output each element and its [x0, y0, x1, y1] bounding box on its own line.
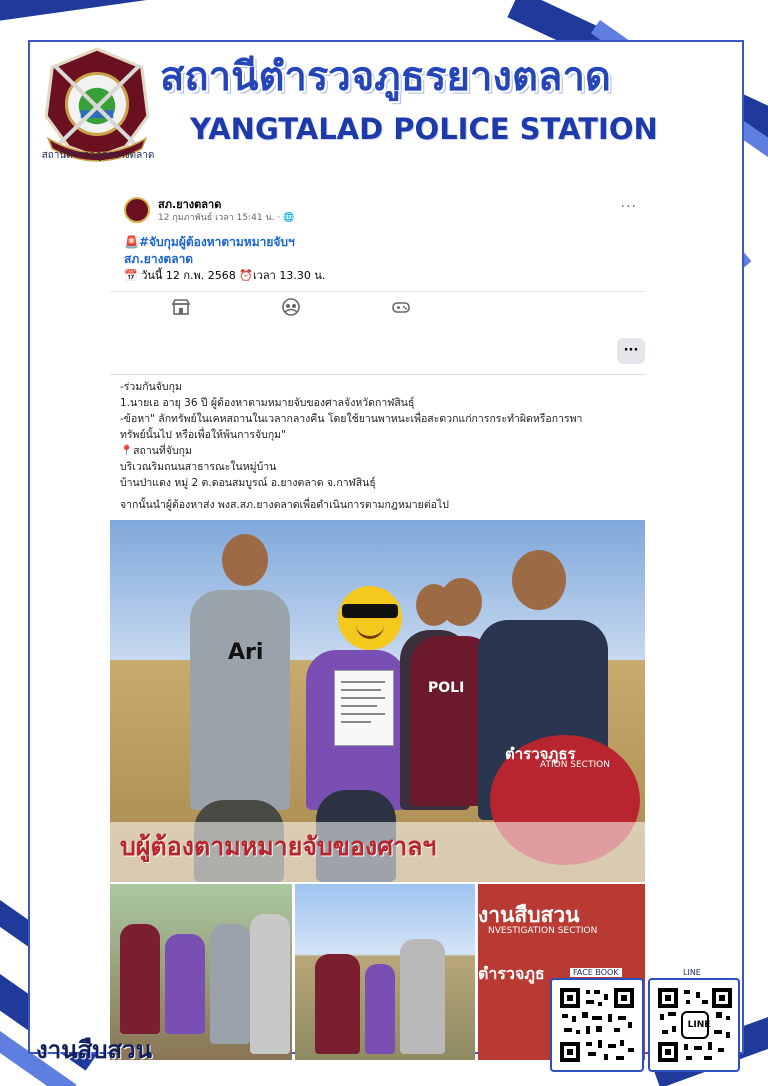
warrant-document [334, 670, 394, 746]
facebook-post-header: สภ.ยางตลาด 12 กุมภาพันธ์ เวลา 15:41 น. ·… [110, 185, 645, 325]
badge-subtext: ATION SECTION [540, 760, 610, 770]
line-qr-label: LINE [680, 968, 704, 977]
logo-caption: สถานีตำรวจภูธรยางตลาด [41, 150, 155, 161]
line-qr-code[interactable]: LINE [648, 978, 740, 1072]
post-date-line: 📅 วันนี้ 12 ก.พ. 2568 ⏰เวลา 13.30 น. [124, 269, 326, 282]
gaming-icon[interactable] [392, 298, 410, 316]
photo-banner: บผู้ต้องตามหมายจับของศาลฯ [120, 832, 437, 861]
station-title-english: YANGTALAD POLICE STATION [190, 112, 658, 146]
arrest-photo-main[interactable]: Ari POLI ตำรวจภูธร ATION SECTION บผู้ต้อ… [110, 520, 645, 882]
body-line: บ้านป่าแดง หมู่ 2 ต.ดอนสมบูรณ์ อ.ยางตลาด… [120, 477, 376, 489]
body-line: -ร่วมกันจับกุม [120, 381, 182, 393]
section-label: งานสืบสวน [36, 1036, 153, 1064]
thumb-title-2: ตำรวจภูธ [478, 964, 545, 983]
post-timestamp[interactable]: 12 กุมภาพันธ์ เวลา 15:41 น. · 🌐 [158, 210, 294, 224]
body-line: ทรัพย์นั้นไป หรือเพื่อให้พ้นการจับกุม" [120, 429, 286, 441]
thumbnail-photo-2[interactable] [295, 884, 475, 1060]
thumb-subtitle: NVESTIGATION SECTION [488, 926, 598, 936]
avatar[interactable] [124, 197, 150, 223]
body-line: 1.นายเอ อายุ 36 ปี ผู้ต้องหาตามหมายจับขอ… [120, 397, 415, 409]
facebook-qr-label: FACE BOOK [570, 968, 622, 977]
options-button[interactable]: ··· [617, 338, 645, 364]
vest-print: POLI [428, 680, 465, 696]
line-qr-center-label: LINE [687, 1020, 711, 1030]
body-line: จากนั้นนำผู้ต้องหาส่ง พงส.สภ.ยางตลาดเพื่… [120, 499, 449, 511]
body-line: 📍สถานที่จับกุม [120, 445, 192, 457]
body-line: บริเวณริมถนนสาธารณะในหมู่บ้าน [120, 461, 277, 473]
group-icon[interactable] [282, 298, 300, 316]
post-body: -ร่วมกันจับกุม 1.นายเอ อายุ 36 ปี ผู้ต้อ… [110, 374, 645, 520]
more-options-icon[interactable]: ··· [621, 199, 637, 215]
face-blur-emoji [338, 586, 402, 650]
shop-icon[interactable] [172, 298, 190, 316]
post-action-row [110, 291, 645, 322]
shirt-print: Ari [228, 640, 264, 665]
station-title-thai: สถานีตำรวจภูธรยางตลาด [160, 54, 611, 100]
qr-code-icon [558, 986, 636, 1064]
body-line: -ข้อหา" ลักทรัพย์ในเคหสถานในเวลากลางคืน … [120, 413, 583, 425]
facebook-qr-code[interactable] [550, 978, 644, 1072]
